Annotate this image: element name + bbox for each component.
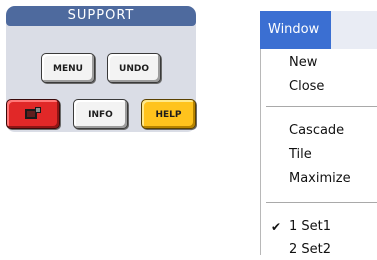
menu-item-close[interactable]: Close bbox=[289, 77, 324, 97]
menu-item-set2[interactable]: 2 Set2 bbox=[289, 240, 331, 260]
external-display-icon bbox=[25, 106, 41, 119]
menubar-background bbox=[331, 11, 377, 49]
external-display-button[interactable] bbox=[6, 99, 60, 129]
menu-item-cascade[interactable]: Cascade bbox=[289, 121, 344, 141]
menu-separator bbox=[266, 106, 377, 107]
menu-button[interactable]: MENU bbox=[41, 53, 95, 83]
menu-item-new[interactable]: New bbox=[289, 53, 317, 73]
window-menu-dropdown: New Close Cascade Tile Maximize ✔ 1 Set1… bbox=[260, 49, 377, 257]
support-panel: SUPPORT MENU UNDO INFO HELP bbox=[6, 6, 196, 132]
menu-item-set1[interactable]: 1 Set1 bbox=[289, 217, 331, 237]
info-button[interactable]: INFO bbox=[73, 99, 128, 129]
window-menu-header[interactable]: Window bbox=[260, 11, 331, 49]
help-button[interactable]: HELP bbox=[141, 99, 196, 129]
menu-separator bbox=[266, 202, 377, 203]
check-icon: ✔ bbox=[271, 220, 282, 234]
support-title: SUPPORT bbox=[6, 6, 196, 26]
menu-item-tile[interactable]: Tile bbox=[289, 145, 312, 165]
menu-item-maximize[interactable]: Maximize bbox=[289, 169, 351, 189]
undo-button[interactable]: UNDO bbox=[107, 53, 161, 83]
